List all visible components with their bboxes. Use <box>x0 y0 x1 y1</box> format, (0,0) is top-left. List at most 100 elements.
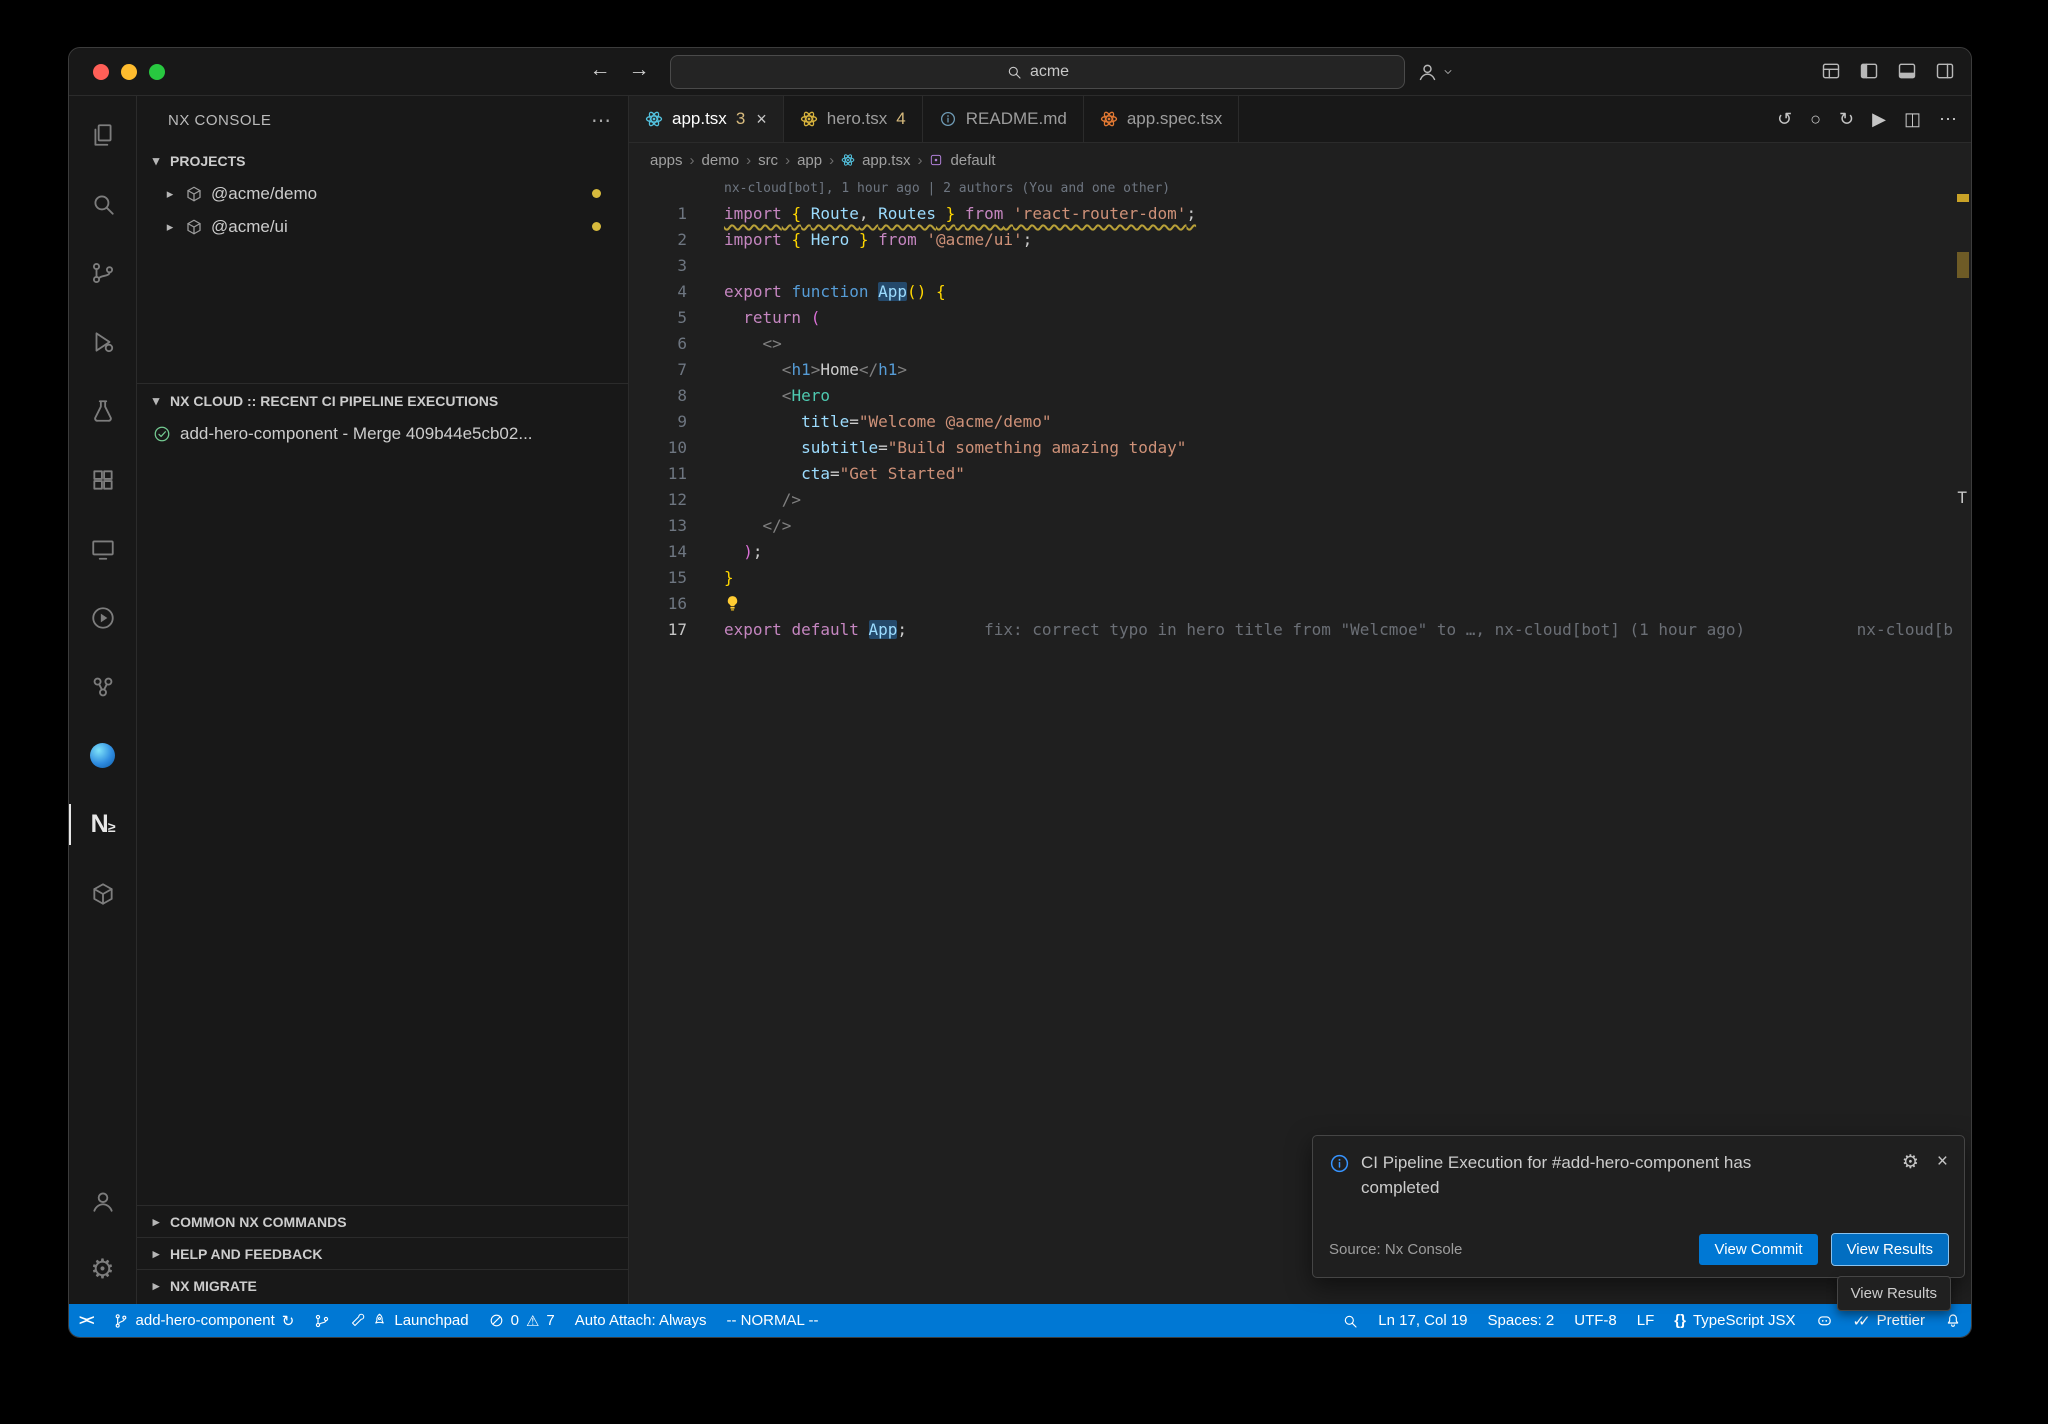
minimize-window-button[interactable] <box>121 64 137 80</box>
close-window-button[interactable] <box>93 64 109 80</box>
lightbulb-icon[interactable] <box>724 595 741 612</box>
code-line-7[interactable]: 7 <h1>Home</h1> <box>629 357 1971 383</box>
code-line-13[interactable]: 13 </> <box>629 513 1971 539</box>
back-button[interactable]: ← <box>586 58 614 82</box>
split-editor-icon[interactable]: ◫ <box>1904 109 1921 130</box>
encoding[interactable]: UTF-8 <box>1564 1304 1627 1337</box>
code-line-2[interactable]: 2import { Hero } from '@acme/ui'; <box>629 227 1971 253</box>
code-line-3[interactable]: 3 <box>629 253 1971 279</box>
toggle-panel-icon[interactable] <box>1897 61 1917 81</box>
more-actions-icon[interactable]: ⋯ <box>1939 109 1957 130</box>
vim-mode[interactable]: -- NORMAL -- <box>717 1304 829 1337</box>
rerun-icon[interactable]: ↻ <box>1839 109 1854 130</box>
code-line-11[interactable]: 11 cta="Get Started" <box>629 461 1971 487</box>
view-results-button[interactable]: View Results <box>1832 1234 1948 1265</box>
forward-button[interactable]: → <box>625 58 653 82</box>
graph-button[interactable] <box>304 1304 340 1337</box>
edge-tools-icon[interactable] <box>69 721 136 790</box>
notification-settings-icon[interactable]: ⚙ <box>1902 1151 1919 1200</box>
breadcrumb-item[interactable]: app <box>797 152 822 169</box>
line-number: 17 <box>629 617 687 643</box>
tab-readme-md[interactable]: README.md <box>923 96 1084 142</box>
breadcrumb-item[interactable]: demo <box>702 152 740 169</box>
run-file-icon[interactable]: ▶ <box>1872 109 1886 130</box>
section-common-nx-commands[interactable]: ▸ COMMON NX COMMANDS <box>137 1205 628 1237</box>
problems-indicator[interactable]: 0 ⚠ 7 <box>479 1304 565 1337</box>
gear-icon: ⚙ <box>90 1254 114 1285</box>
encoding-label: UTF-8 <box>1574 1312 1617 1329</box>
undo-history-icon[interactable]: ↺ <box>1777 109 1792 130</box>
close-icon[interactable]: × <box>756 109 767 130</box>
project-graph-icon[interactable] <box>69 652 136 721</box>
code-line-12[interactable]: 12 /> <box>629 487 1971 513</box>
run-target-icon[interactable] <box>69 583 136 652</box>
more-actions-icon[interactable]: ⋯ <box>591 108 612 133</box>
code-line-6[interactable]: 6 <> <box>629 331 1971 357</box>
auto-attach[interactable]: Auto Attach: Always <box>565 1304 717 1337</box>
containers-icon[interactable] <box>69 859 136 928</box>
indentation[interactable]: Spaces: 2 <box>1478 1304 1565 1337</box>
code-line-4[interactable]: 4export function App() { <box>629 279 1971 305</box>
zoom-window-button[interactable] <box>149 64 165 80</box>
code-line-1[interactable]: 1import { Route, Routes } from 'react-ro… <box>629 201 1971 227</box>
explorer-icon[interactable] <box>69 100 136 169</box>
tab-label: hero.tsx <box>827 109 887 129</box>
notification-close-icon[interactable]: × <box>1937 1151 1948 1200</box>
branch-indicator[interactable]: add-hero-component ↻ <box>103 1304 305 1337</box>
line-number: 2 <box>629 227 687 253</box>
search-value: acme <box>1030 63 1069 81</box>
search-icon[interactable] <box>69 169 136 238</box>
section-projects[interactable]: ▾ PROJECTS <box>137 144 628 177</box>
commit-graph-icon <box>314 1313 330 1329</box>
eol-label: LF <box>1637 1312 1655 1329</box>
code-line-10[interactable]: 10 subtitle="Build something amazing tod… <box>629 435 1971 461</box>
tab-hero-tsx[interactable]: hero.tsx 4 <box>784 96 923 142</box>
code-line-16[interactable]: 16 <box>629 591 1971 617</box>
eol-sequence[interactable]: LF <box>1627 1304 1665 1337</box>
testing-icon[interactable] <box>69 376 136 445</box>
pipeline-execution-item[interactable]: add-hero-component - Merge 409b44e5cb02.… <box>137 417 628 450</box>
nx-console-icon[interactable]: N≥ <box>69 790 136 859</box>
tab-label: app.tsx <box>672 109 727 129</box>
section-nx-migrate[interactable]: ▸ NX MIGRATE <box>137 1269 628 1301</box>
code-line-15[interactable]: 15} <box>629 565 1971 591</box>
outline-circle-icon[interactable]: ○ <box>1810 109 1821 130</box>
chevron-right-icon: › <box>829 152 834 169</box>
project-item-acme-ui[interactable]: ▸ @acme/ui <box>137 210 628 243</box>
project-item-acme-demo[interactable]: ▸ @acme/demo <box>137 177 628 210</box>
code-line-14[interactable]: 14 ); <box>629 539 1971 565</box>
tab-app-tsx[interactable]: app.tsx 3 × <box>629 96 784 142</box>
language-mode[interactable]: {} TypeScript JSX <box>1664 1304 1805 1337</box>
toggle-secondary-sidebar-icon[interactable] <box>1935 61 1955 81</box>
remote-explorer-icon[interactable] <box>69 514 136 583</box>
code-line-5[interactable]: 5 return ( <box>629 305 1971 331</box>
source-control-icon[interactable] <box>69 238 136 307</box>
view-commit-button[interactable]: View Commit <box>1699 1234 1817 1265</box>
code-line-8[interactable]: 8 <Hero <box>629 383 1971 409</box>
settings-gear-icon[interactable]: ⚙ <box>69 1235 136 1304</box>
modified-dot <box>592 222 601 231</box>
code-line-17[interactable]: 17export default App; fix: correct typo … <box>629 617 1971 643</box>
breadcrumb-item[interactable]: app.tsx <box>862 152 910 169</box>
command-center-search[interactable]: acme <box>670 55 1405 89</box>
breadcrumb-item[interactable]: default <box>950 152 995 169</box>
cursor-position[interactable]: Ln 17, Col 19 <box>1368 1304 1477 1337</box>
customize-layout-icon[interactable] <box>1821 61 1841 81</box>
launchpad-label: Launchpad <box>394 1312 468 1329</box>
launchpad-button[interactable]: Launchpad <box>340 1304 478 1337</box>
nx-cloud-header[interactable]: ▾ NX CLOUD :: RECENT CI PIPELINE EXECUTI… <box>137 384 628 417</box>
section-help-and-feedback[interactable]: ▸ HELP AND FEEDBACK <box>137 1237 628 1269</box>
tab-app-spec-tsx[interactable]: app.spec.tsx <box>1084 96 1239 142</box>
extensions-icon[interactable] <box>69 445 136 514</box>
remote-indicator[interactable]: >< <box>69 1304 103 1337</box>
profile-menu[interactable] <box>1417 61 1454 82</box>
breadcrumb-item[interactable]: src <box>758 152 778 169</box>
code-line-9[interactable]: 9 title="Welcome @acme/demo" <box>629 409 1971 435</box>
titlebar: ← → acme <box>69 48 1971 96</box>
accounts-icon[interactable] <box>69 1166 136 1235</box>
breadcrumb-item[interactable]: apps <box>650 152 683 169</box>
zoom-indicator[interactable] <box>1332 1304 1368 1337</box>
toggle-sidebar-icon[interactable] <box>1859 61 1879 81</box>
react-file-icon <box>1100 110 1118 128</box>
run-debug-icon[interactable] <box>69 307 136 376</box>
